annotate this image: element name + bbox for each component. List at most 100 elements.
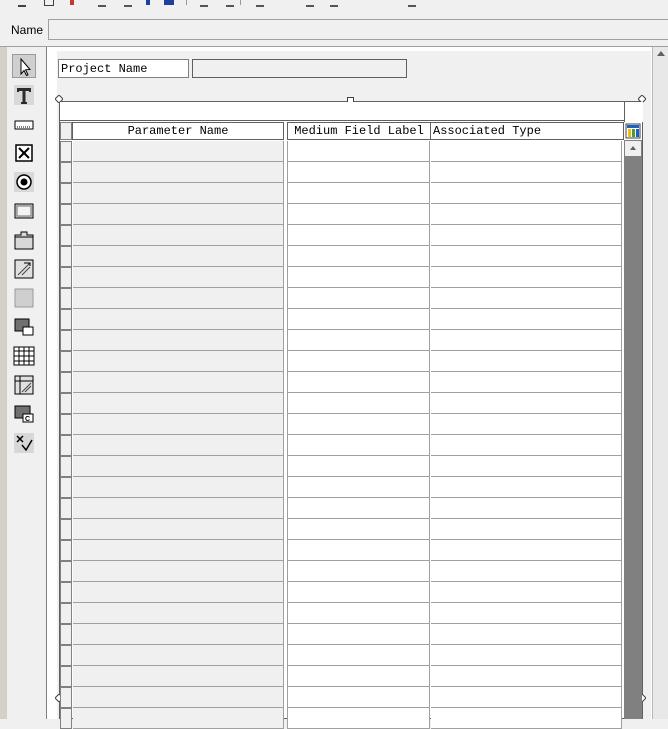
row-selector[interactable]	[60, 372, 72, 393]
toolbar-icon[interactable]	[408, 0, 416, 7]
associated-type-cell[interactable]	[431, 204, 622, 225]
text-tool[interactable]	[12, 83, 36, 107]
radio-button-tool[interactable]	[12, 170, 36, 194]
medium-field-label-cell[interactable]	[287, 540, 430, 561]
associated-type-cell[interactable]	[431, 372, 622, 393]
row-selector[interactable]	[60, 141, 72, 162]
associated-type-cell[interactable]	[431, 435, 622, 456]
connector-tool[interactable]	[12, 431, 36, 455]
parameter-name-cell[interactable]	[73, 393, 284, 414]
row-selector[interactable]	[60, 435, 72, 456]
canvas-scrollbar[interactable]	[652, 47, 668, 719]
medium-field-label-cell[interactable]	[287, 519, 430, 540]
parameter-name-cell[interactable]	[73, 645, 284, 666]
associated-type-cell[interactable]	[431, 645, 622, 666]
associated-type-cell[interactable]	[431, 246, 622, 267]
column-header-medium-field-label[interactable]: Medium Field Label	[287, 122, 431, 140]
row-selector[interactable]	[60, 519, 72, 540]
medium-field-label-cell[interactable]	[287, 687, 430, 708]
associated-type-cell[interactable]	[431, 183, 622, 204]
checkbox-tool[interactable]	[12, 141, 36, 165]
medium-field-label-cell[interactable]	[287, 372, 430, 393]
toolbar-icon[interactable]	[306, 0, 314, 7]
associated-type-cell[interactable]	[431, 393, 622, 414]
toolbar-icon[interactable]	[200, 0, 208, 7]
medium-field-label-cell[interactable]	[287, 162, 430, 183]
row-selector[interactable]	[60, 246, 72, 267]
medium-field-label-cell[interactable]	[287, 267, 430, 288]
parameter-name-cell[interactable]	[73, 435, 284, 456]
parameter-name-cell[interactable]	[73, 540, 284, 561]
toolbar-icon[interactable]	[330, 0, 338, 7]
medium-field-label-cell[interactable]	[287, 435, 430, 456]
parameter-name-cell[interactable]	[73, 477, 284, 498]
custom-control-tool[interactable]: C	[12, 402, 36, 426]
toolbar-icon[interactable]	[124, 0, 132, 7]
row-selector[interactable]	[60, 687, 72, 708]
medium-field-label-cell[interactable]	[287, 351, 430, 372]
parameter-name-cell[interactable]	[73, 330, 284, 351]
medium-field-label-cell[interactable]	[287, 666, 430, 687]
associated-type-cell[interactable]	[431, 603, 622, 624]
row-selector[interactable]	[60, 204, 72, 225]
parameter-name-cell[interactable]	[73, 351, 284, 372]
parameter-name-cell[interactable]	[73, 372, 284, 393]
medium-field-label-cell[interactable]	[287, 582, 430, 603]
toolbar-icon[interactable]	[256, 0, 264, 7]
subform-tool[interactable]	[12, 315, 36, 339]
toolbar-icon[interactable]	[146, 0, 150, 5]
project-name-field[interactable]	[192, 59, 407, 78]
associated-type-cell[interactable]	[431, 624, 622, 645]
image-tool[interactable]	[12, 257, 36, 281]
parameter-name-cell[interactable]	[73, 498, 284, 519]
row-selector[interactable]	[60, 498, 72, 519]
tab-tool[interactable]	[12, 228, 36, 252]
row-selector[interactable]	[60, 288, 72, 309]
associated-type-cell[interactable]	[431, 498, 622, 519]
row-selector[interactable]	[60, 162, 72, 183]
toolbar-icon[interactable]	[44, 0, 54, 6]
associated-type-cell[interactable]	[431, 141, 622, 162]
toolbar-icon[interactable]	[70, 0, 74, 5]
parameter-name-cell[interactable]	[73, 582, 284, 603]
parameter-name-cell[interactable]	[73, 141, 284, 162]
ole-field-tool[interactable]	[12, 373, 36, 397]
table-scrollbar[interactable]	[624, 140, 642, 719]
associated-type-cell[interactable]	[431, 540, 622, 561]
parameter-name-cell[interactable]	[73, 288, 284, 309]
medium-field-label-cell[interactable]	[287, 246, 430, 267]
associated-type-cell[interactable]	[431, 330, 622, 351]
parameter-name-cell[interactable]	[73, 246, 284, 267]
medium-field-label-cell[interactable]	[287, 498, 430, 519]
parameter-name-cell[interactable]	[73, 687, 284, 708]
associated-type-cell[interactable]	[431, 225, 622, 246]
parameter-name-cell[interactable]	[73, 624, 284, 645]
associated-type-cell[interactable]	[431, 351, 622, 372]
associated-type-cell[interactable]	[431, 561, 622, 582]
header-row-selector[interactable]	[60, 122, 72, 140]
toolbar-icon[interactable]	[164, 0, 174, 5]
button-tool[interactable]	[12, 199, 36, 223]
row-selector[interactable]	[60, 267, 72, 288]
associated-type-cell[interactable]	[431, 309, 622, 330]
medium-field-label-cell[interactable]	[287, 645, 430, 666]
parameter-name-cell[interactable]	[73, 309, 284, 330]
parameter-name-cell[interactable]	[73, 414, 284, 435]
row-selector[interactable]	[60, 561, 72, 582]
parameter-name-cell[interactable]	[73, 183, 284, 204]
parameter-name-cell[interactable]	[73, 267, 284, 288]
row-selector[interactable]	[60, 351, 72, 372]
medium-field-label-cell[interactable]	[287, 183, 430, 204]
parameter-name-cell[interactable]	[73, 225, 284, 246]
row-selector[interactable]	[60, 666, 72, 687]
medium-field-label-cell[interactable]	[287, 603, 430, 624]
column-header-parameter-name[interactable]: Parameter Name	[72, 122, 284, 140]
parameter-name-cell[interactable]	[73, 162, 284, 183]
column-chooser-icon[interactable]	[625, 123, 641, 139]
parameter-name-cell[interactable]	[73, 204, 284, 225]
row-selector[interactable]	[60, 645, 72, 666]
medium-field-label-cell[interactable]	[287, 477, 430, 498]
associated-type-cell[interactable]	[431, 456, 622, 477]
row-selector[interactable]	[60, 456, 72, 477]
scroll-up-arrow-icon[interactable]	[657, 51, 665, 56]
